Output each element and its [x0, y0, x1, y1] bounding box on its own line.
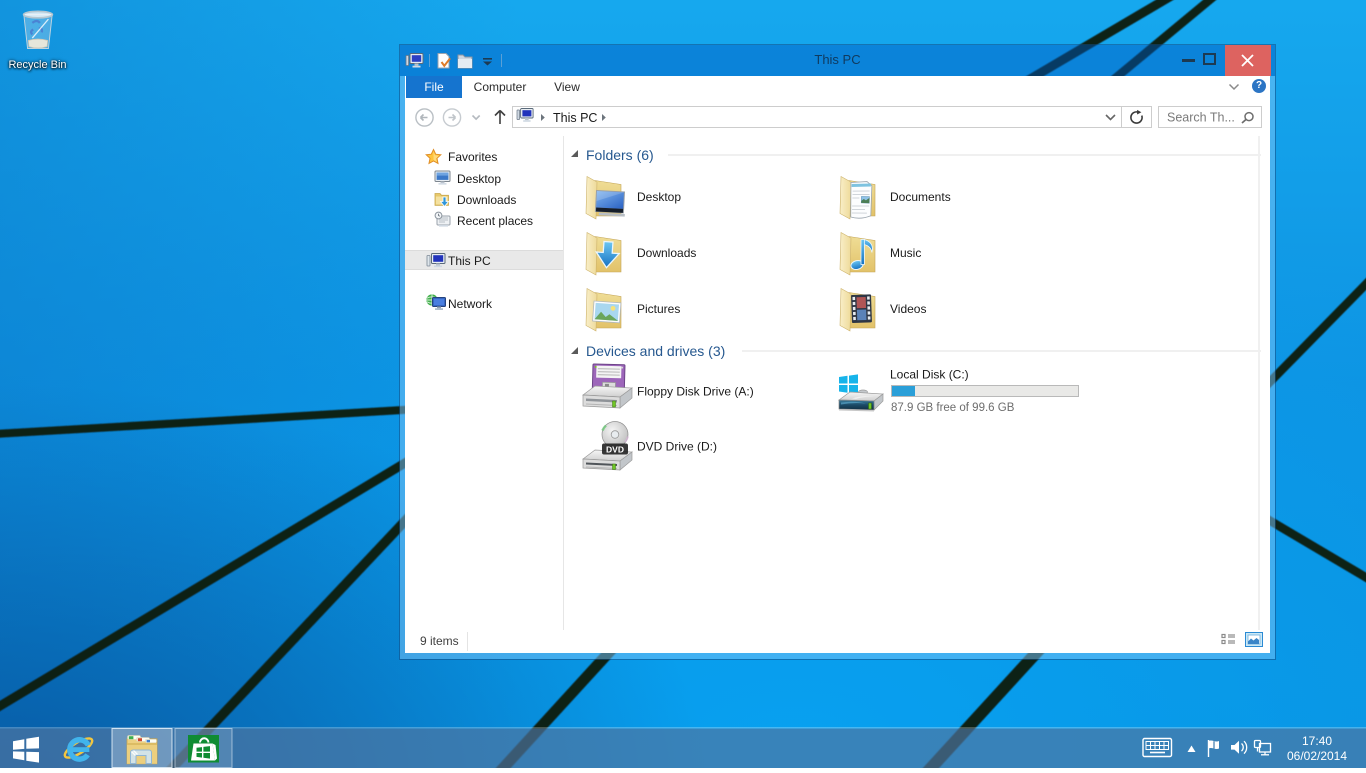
svg-text:Floppy Disk Drive (A:): Floppy Disk Drive (A:): [637, 385, 754, 399]
svg-text:This PC: This PC: [553, 111, 597, 125]
svg-text:87.9 GB free of 99.6 GB: 87.9 GB free of 99.6 GB: [891, 402, 1015, 414]
svg-text:Downloads: Downloads: [637, 246, 696, 260]
svg-text:DVD: DVD: [606, 445, 624, 455]
svg-text:Local Disk (C:): Local Disk (C:): [890, 368, 969, 382]
svg-text:DVD Drive (D:): DVD Drive (D:): [637, 440, 717, 454]
svg-text:Music: Music: [890, 246, 921, 260]
svg-text:Search Th...: Search Th...: [1167, 111, 1235, 125]
svg-text:Documents: Documents: [890, 190, 951, 204]
svg-text:Pictures: Pictures: [637, 302, 680, 316]
svg-text:Desktop: Desktop: [637, 190, 681, 204]
svg-text:Devices and drives (3): Devices and drives (3): [586, 343, 725, 359]
svg-text:Folders (6): Folders (6): [586, 147, 654, 163]
svg-text:Videos: Videos: [890, 302, 926, 316]
